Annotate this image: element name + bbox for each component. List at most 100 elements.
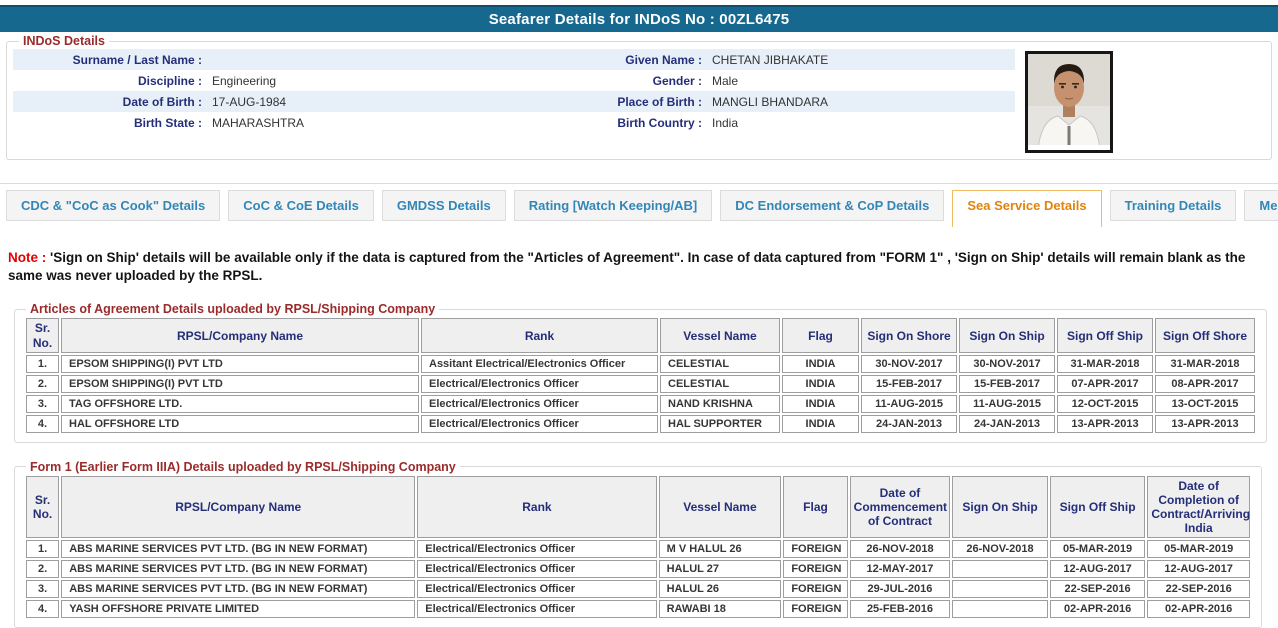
- table-cell: YASH OFFSHORE PRIVATE LIMITED: [61, 600, 415, 618]
- given-name-value: CHETAN JIBHAKATE: [708, 53, 1015, 67]
- table-cell: 12-AUG-2017: [1147, 560, 1250, 578]
- table-cell: INDIA: [782, 355, 859, 373]
- column-header: Flag: [783, 476, 847, 539]
- table-cell: ABS MARINE SERVICES PVT LTD. (BG IN NEW …: [61, 560, 415, 578]
- table-cell: 11-AUG-2015: [959, 395, 1055, 413]
- table-cell: Electrical/Electronics Officer: [421, 395, 658, 413]
- table-row: 2.ABS MARINE SERVICES PVT LTD. (BG IN NE…: [26, 560, 1250, 578]
- table-cell: 12-AUG-2017: [1050, 560, 1146, 578]
- tab-coc-coe-details[interactable]: CoC & CoE Details: [228, 190, 374, 221]
- column-header: RPSL/Company Name: [61, 476, 415, 539]
- birth-country-value: India: [708, 116, 1015, 130]
- discipline-label: Discipline :: [13, 74, 208, 88]
- table-cell: 30-NOV-2017: [959, 355, 1055, 373]
- seafarer-portrait-image: [1028, 54, 1110, 150]
- table-cell: INDIA: [782, 395, 859, 413]
- note-body: 'Sign on Ship' details will be available…: [8, 250, 1245, 283]
- table-cell: 05-MAR-2019: [1050, 540, 1146, 558]
- table-cell: TAG OFFSHORE LTD.: [61, 395, 419, 413]
- table-cell: 2.: [26, 375, 59, 393]
- table-header-row: Sr. No.RPSL/Company NameRankVessel NameF…: [26, 476, 1250, 539]
- table-cell: RAWABI 18: [659, 600, 782, 618]
- place-of-birth-value: MANGLI BHANDARA: [708, 95, 1015, 109]
- table-cell: 13-OCT-2015: [1155, 395, 1255, 413]
- table-cell: Electrical/Electronics Officer: [417, 540, 656, 558]
- birth-state-value: MAHARASHTRA: [208, 116, 466, 130]
- table-cell: 2.: [26, 560, 59, 578]
- table-cell: 30-NOV-2017: [861, 355, 957, 373]
- gender-value: Male: [708, 74, 1015, 88]
- table-row: 4.HAL OFFSHORE LTDElectrical/Electronics…: [26, 415, 1255, 433]
- table-cell: 26-NOV-2018: [952, 540, 1048, 558]
- articles-of-agreement-section: Articles of Agreement Details uploaded b…: [14, 302, 1267, 442]
- column-header: Sign Off Shore: [1155, 318, 1255, 352]
- column-header: Sr. No.: [26, 318, 59, 352]
- table-cell: 31-MAR-2018: [1057, 355, 1153, 373]
- table-cell: INDIA: [782, 415, 859, 433]
- table-cell: M V HALUL 26: [659, 540, 782, 558]
- date-of-birth-value: 17-AUG-1984: [208, 95, 466, 109]
- table-cell: INDIA: [782, 375, 859, 393]
- table-cell: 4.: [26, 415, 59, 433]
- indos-details-section: INDoS Details Surname / Last Name : Give…: [6, 34, 1272, 160]
- table-cell: 15-FEB-2017: [861, 375, 957, 393]
- table-cell: 3.: [26, 395, 59, 413]
- column-header: Vessel Name: [660, 318, 780, 352]
- tab-rating-watch-keeping-ab[interactable]: Rating [Watch Keeping/AB]: [514, 190, 713, 221]
- table-cell: CELESTIAL: [660, 375, 780, 393]
- form1-legend: Form 1 (Earlier Form IIIA) Details uploa…: [26, 460, 460, 474]
- given-name-label: Given Name :: [466, 53, 708, 67]
- birth-state-label: Birth State :: [13, 116, 208, 130]
- table-cell: NAND KRISHNA: [660, 395, 780, 413]
- table-row: 1.ABS MARINE SERVICES PVT LTD. (BG IN NE…: [26, 540, 1250, 558]
- column-header: Flag: [782, 318, 859, 352]
- table-cell: 1.: [26, 540, 59, 558]
- column-header: Sign On Ship: [952, 476, 1048, 539]
- column-header: Date of Completion of Contract/Arriving …: [1147, 476, 1250, 539]
- discipline-value: Engineering: [208, 74, 466, 88]
- tab-dc-endorsement-cop-details[interactable]: DC Endorsement & CoP Details: [720, 190, 944, 221]
- gender-label: Gender :: [466, 74, 708, 88]
- table-cell: CELESTIAL: [660, 355, 780, 373]
- column-header: Rank: [421, 318, 658, 352]
- articles-of-agreement-table: Sr. No.RPSL/Company NameRankVessel NameF…: [24, 316, 1257, 434]
- table-cell: 26-NOV-2018: [850, 540, 951, 558]
- table-row: 4.YASH OFFSHORE PRIVATE LIMITEDElectrica…: [26, 600, 1250, 618]
- table-cell: 13-APR-2013: [1057, 415, 1153, 433]
- table-cell: 02-APR-2016: [1050, 600, 1146, 618]
- table-cell: 08-APR-2017: [1155, 375, 1255, 393]
- table-cell: ABS MARINE SERVICES PVT LTD. (BG IN NEW …: [61, 540, 415, 558]
- column-header: Sign Off Ship: [1050, 476, 1146, 539]
- note-prefix: Note :: [8, 250, 46, 265]
- table-cell: 02-APR-2016: [1147, 600, 1250, 618]
- tab-cdc-coc-as-cook-details[interactable]: CDC & "CoC as Cook" Details: [6, 190, 220, 221]
- tab-sea-service-details[interactable]: Sea Service Details: [952, 190, 1101, 227]
- column-header: RPSL/Company Name: [61, 318, 419, 352]
- surname-label: Surname / Last Name :: [13, 53, 208, 67]
- indos-fields: Surname / Last Name : Given Name : CHETA…: [13, 49, 1015, 133]
- table-cell: 31-MAR-2018: [1155, 355, 1255, 373]
- table-cell: FOREIGN: [783, 600, 847, 618]
- table-cell: Electrical/Electronics Officer: [417, 600, 656, 618]
- tab-gmdss-details[interactable]: GMDSS Details: [382, 190, 506, 221]
- table-cell: HAL OFFSHORE LTD: [61, 415, 419, 433]
- tab-training-details[interactable]: Training Details: [1110, 190, 1237, 221]
- detail-tabs: CDC & "CoC as Cook" Details CoC & CoE Det…: [6, 190, 1278, 227]
- table-cell: FOREIGN: [783, 560, 847, 578]
- table-cell: 4.: [26, 600, 59, 618]
- column-header: Vessel Name: [659, 476, 782, 539]
- column-header: Sign On Shore: [861, 318, 957, 352]
- seafarer-photo: [1025, 51, 1113, 153]
- tab-medical-fitness-certificate[interactable]: Medical Fitness Certificate: [1244, 190, 1278, 221]
- form1-table: Sr. No.RPSL/Company NameRankVessel NameF…: [24, 474, 1252, 621]
- table-cell: Assitant Electrical/Electronics Officer: [421, 355, 658, 373]
- table-cell: 24-JAN-2013: [959, 415, 1055, 433]
- table-header-row: Sr. No.RPSL/Company NameRankVessel NameF…: [26, 318, 1255, 352]
- table-cell: EPSOM SHIPPING(I) PVT LTD: [61, 375, 419, 393]
- table-cell: Electrical/Electronics Officer: [421, 375, 658, 393]
- note-text: Note : 'Sign on Ship' details will be av…: [8, 249, 1258, 285]
- section-divider: [0, 183, 1278, 184]
- table-cell: 13-APR-2013: [1155, 415, 1255, 433]
- table-cell: 11-AUG-2015: [861, 395, 957, 413]
- place-of-birth-label: Place of Birth :: [466, 95, 708, 109]
